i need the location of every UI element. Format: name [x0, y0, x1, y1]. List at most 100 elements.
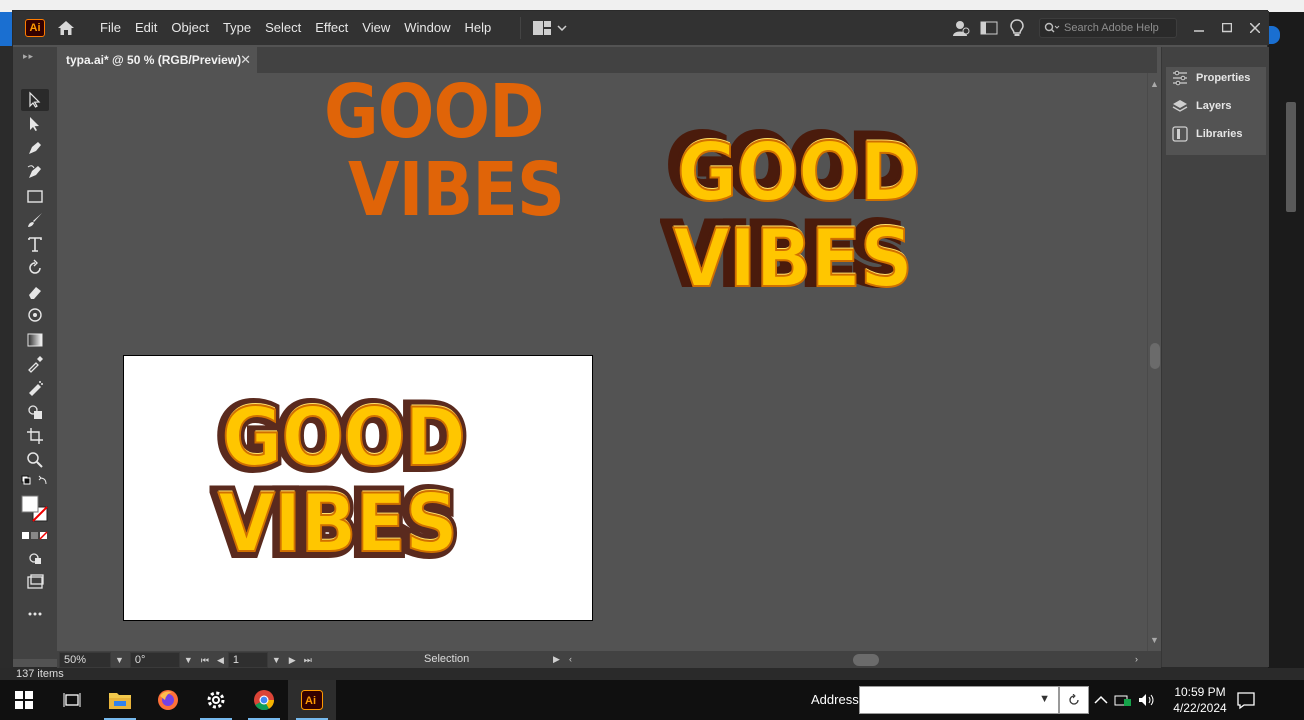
taskbar-file-explorer[interactable]	[96, 680, 144, 720]
workspace-switcher[interactable]	[520, 17, 567, 39]
menu-file[interactable]: File	[93, 11, 128, 45]
scroll-up-icon[interactable]: ▲	[1150, 79, 1159, 89]
background-scrollbar[interactable]	[1286, 102, 1296, 212]
artboard-artwork[interactable]: GOOD VIBES GOOD VIBES	[210, 391, 516, 596]
eraser-tool[interactable]	[21, 281, 49, 303]
scroll-down-icon[interactable]: ▼	[1150, 635, 1159, 645]
address-refresh-button[interactable]	[1059, 686, 1089, 714]
layers-label: Layers	[1196, 100, 1232, 112]
shape-builder-tool[interactable]	[21, 401, 49, 423]
curvature-tool[interactable]	[21, 161, 49, 183]
rotation-dropdown-icon[interactable]: ▼	[184, 655, 193, 665]
spray-icon	[29, 381, 43, 396]
menu-select[interactable]: Select	[258, 11, 308, 45]
menu-effect[interactable]: Effect	[308, 11, 355, 45]
gradient-tool[interactable]	[21, 329, 49, 351]
background-window-right	[1268, 12, 1304, 668]
taskbar-clock[interactable]: 10:59 PM 4/22/2024	[1160, 684, 1240, 716]
selection-tool[interactable]	[21, 89, 49, 111]
color-mode-buttons[interactable]	[21, 529, 49, 543]
screen-mode-button[interactable]	[21, 571, 49, 593]
properties-panel-tab[interactable]: Properties	[1172, 67, 1250, 89]
account-icon[interactable]	[947, 14, 975, 42]
pen-tool[interactable]	[21, 137, 49, 159]
zoom-field[interactable]: 50%	[59, 652, 111, 668]
canvas-area[interactable]: GOOD VIBES GOOD VIBES GOOD VIBES GOOD VI…	[57, 73, 1147, 651]
puppet-warp-tool[interactable]	[21, 305, 49, 327]
task-view-button[interactable]	[48, 680, 96, 720]
lightbulb-icon[interactable]	[1003, 14, 1031, 42]
rotation-field[interactable]: 0°	[129, 652, 180, 668]
menu-object[interactable]: Object	[164, 11, 216, 45]
artboard-icon	[27, 428, 43, 444]
artboard-dropdown-icon[interactable]: ▼	[272, 655, 281, 665]
notifications-button[interactable]	[1236, 690, 1256, 710]
menu-view[interactable]: View	[355, 11, 397, 45]
address-dropdown-icon[interactable]: ▼	[1039, 693, 1050, 705]
home-icon[interactable]	[55, 17, 77, 39]
paintbrush-tool[interactable]	[21, 209, 49, 231]
fill-stroke-swatches[interactable]	[21, 495, 49, 523]
edit-toolbar-button[interactable]	[21, 603, 49, 625]
taskbar-settings[interactable]	[192, 680, 240, 720]
current-tool-label: Selection	[424, 653, 470, 665]
eyedropper-tool[interactable]	[21, 353, 49, 375]
rotate-tool[interactable]	[21, 257, 49, 279]
menu-edit[interactable]: Edit	[128, 11, 164, 45]
vertical-scroll-thumb[interactable]	[1150, 343, 1160, 369]
default-colors-swap[interactable]	[21, 475, 49, 491]
arrange-documents-icon[interactable]	[975, 14, 1003, 42]
drawing-mode-button[interactable]	[21, 547, 49, 569]
search-icon	[1044, 22, 1060, 33]
curvature-pen-icon	[27, 165, 41, 178]
zoom-dropdown-icon[interactable]: ▼	[115, 655, 124, 665]
next-artboard-icon[interactable]: ▶	[289, 655, 296, 666]
layers-panel-tab[interactable]: Layers	[1172, 95, 1231, 117]
minimize-button[interactable]	[1185, 17, 1213, 39]
libraries-panel-tab[interactable]: Libraries	[1172, 123, 1242, 145]
scroll-right-icon[interactable]: ›	[1135, 654, 1138, 664]
show-hidden-icons-icon[interactable]	[1094, 695, 1108, 705]
windows-logo-icon	[15, 691, 33, 709]
draw-mode-icon	[29, 553, 41, 564]
document-tab[interactable]: typa.ai* @ 50 % (RGB/Preview) ✕	[57, 47, 257, 73]
address-input[interactable]: ▼	[859, 686, 1059, 714]
document-tab-bar: typa.ai* @ 50 % (RGB/Preview) ✕	[57, 47, 1157, 73]
direct-selection-tool[interactable]	[21, 113, 49, 135]
menu-window[interactable]: Window	[397, 11, 457, 45]
horizontal-scroll-thumb[interactable]	[853, 654, 879, 666]
first-artboard-icon[interactable]: ⏮	[201, 655, 209, 666]
menu-type[interactable]: Type	[216, 11, 258, 45]
zoom-tool[interactable]	[21, 449, 49, 471]
maximize-button[interactable]	[1213, 17, 1241, 39]
artboard[interactable]: GOOD VIBES GOOD VIBES	[123, 355, 593, 621]
artboard-fill-line-2: VIBES	[217, 477, 459, 570]
artwork-flat-orange[interactable]: GOOD VIBES	[320, 73, 590, 243]
last-artboard-icon[interactable]: ⏭	[304, 655, 312, 666]
right-panel-dock: Properties Layers Libraries	[1161, 47, 1269, 667]
network-icon[interactable]	[1114, 693, 1132, 707]
color-mode-icon	[22, 531, 48, 540]
start-button[interactable]	[0, 680, 48, 720]
panel-grip-icon[interactable]: ▸▸	[23, 51, 34, 62]
background-window-left	[0, 12, 12, 668]
taskbar-firefox[interactable]	[144, 680, 192, 720]
artboard-tool[interactable]	[21, 425, 49, 447]
search-input[interactable]: Search Adobe Help	[1039, 18, 1177, 38]
blend-tool[interactable]	[21, 377, 49, 399]
menu-help[interactable]: Help	[457, 11, 498, 45]
previous-artboard-icon[interactable]: ◀	[217, 655, 224, 666]
action-center-icon	[1237, 692, 1255, 710]
rectangle-tool[interactable]	[21, 185, 49, 207]
taskbar-illustrator[interactable]: Ai	[288, 680, 336, 720]
artwork-3d-yellow[interactable]: GOOD VIBES GOOD VIBES	[660, 122, 955, 313]
scroll-left-icon[interactable]: ‹	[569, 654, 572, 664]
close-button[interactable]	[1241, 17, 1269, 39]
taskbar-chrome[interactable]	[240, 680, 288, 720]
vertical-scrollbar[interactable]: ▲ ▼	[1147, 73, 1161, 651]
close-tab-icon[interactable]: ✕	[240, 52, 251, 68]
volume-icon[interactable]	[1138, 693, 1156, 707]
artboard-number-field[interactable]: 1	[227, 652, 268, 668]
status-menu-icon[interactable]: ▶	[553, 654, 560, 665]
type-tool[interactable]	[21, 233, 49, 255]
